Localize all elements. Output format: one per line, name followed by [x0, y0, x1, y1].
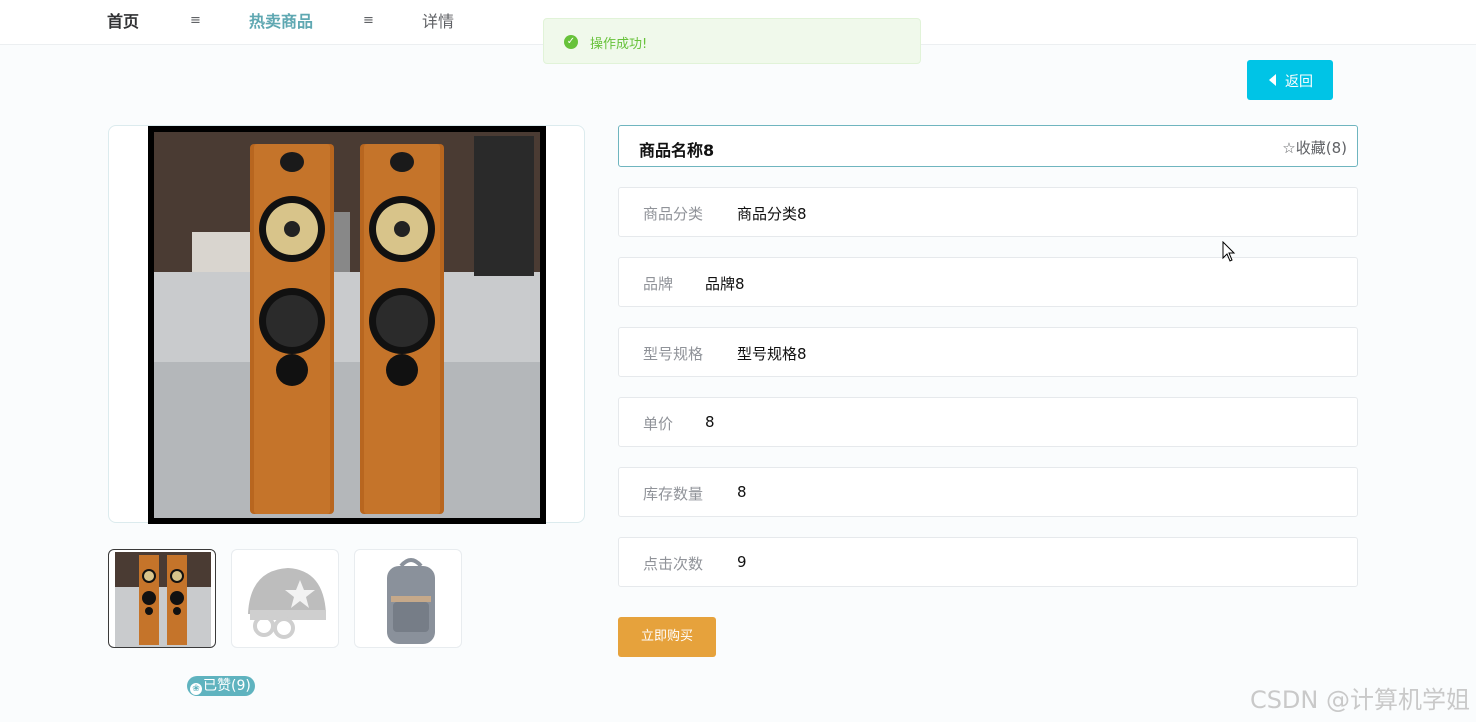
info-label: 商品分类	[643, 205, 704, 223]
info-label: 品牌	[643, 275, 674, 293]
speakers-image	[154, 132, 540, 518]
info-row-brand: 品牌 品牌8	[618, 257, 1358, 307]
info-row-model: 型号规格 型号规格8	[618, 327, 1358, 377]
thumbnail-helmet[interactable]	[231, 549, 339, 648]
info-value: 9	[737, 553, 747, 571]
product-name: 商品名称8	[639, 141, 715, 160]
menu-separator-icon: ≡	[363, 13, 374, 28]
right-speaker	[360, 144, 444, 514]
nav-hot-products-link[interactable]: 热卖商品	[249, 12, 313, 32]
left-speaker	[250, 144, 334, 514]
success-toast: ✓ 操作成功!	[543, 18, 921, 64]
thumbs-up-icon: ❀	[190, 683, 202, 695]
info-row-price: 单价 8	[618, 397, 1358, 447]
product-main-image	[148, 126, 546, 524]
info-label: 型号规格	[643, 345, 704, 363]
info-row-stock: 库存数量 8	[618, 467, 1358, 517]
thumbnail-backpack[interactable]	[354, 549, 462, 648]
helmet-thumbnail-image	[238, 552, 334, 647]
thumbnail-speakers[interactable]	[108, 549, 216, 648]
info-value: 商品分类8	[737, 205, 807, 223]
nav-home-link[interactable]: 首页	[107, 12, 139, 32]
mouse-cursor-icon	[1222, 241, 1236, 262]
favorite-button[interactable]: ☆收藏(8)	[1282, 137, 1347, 158]
toast-message: 操作成功!	[590, 37, 648, 52]
menu-separator-icon: ≡	[190, 13, 201, 28]
speakers-thumbnail-image	[115, 552, 211, 647]
caret-left-icon	[1269, 74, 1276, 86]
info-value: 品牌8	[705, 275, 745, 293]
back-button-label: 返回	[1285, 74, 1313, 90]
watermark-text: CSDN @计算机学姐	[1249, 686, 1470, 714]
info-value: 8	[705, 413, 715, 431]
info-value: 型号规格8	[737, 345, 807, 363]
like-count-label: 已赞(9)	[203, 678, 251, 694]
buy-now-button[interactable]: 立即购买	[618, 617, 716, 657]
info-value: 8	[737, 483, 747, 501]
product-name-box: 商品名称8 ☆收藏(8)	[618, 125, 1358, 167]
info-label: 库存数量	[643, 485, 704, 503]
info-row-clicks: 点击次数 9	[618, 537, 1358, 587]
info-label: 点击次数	[643, 555, 704, 573]
back-button[interactable]: 返回	[1247, 60, 1333, 100]
check-circle-icon: ✓	[564, 35, 578, 49]
info-row-category: 商品分类 商品分类8	[618, 187, 1358, 237]
backpack-thumbnail-image	[361, 552, 457, 647]
like-button[interactable]: ❀ 已赞(9)	[187, 676, 255, 696]
main-image-card	[108, 125, 585, 524]
nav-detail-link[interactable]: 详情	[422, 12, 454, 32]
info-label: 单价	[643, 415, 674, 433]
